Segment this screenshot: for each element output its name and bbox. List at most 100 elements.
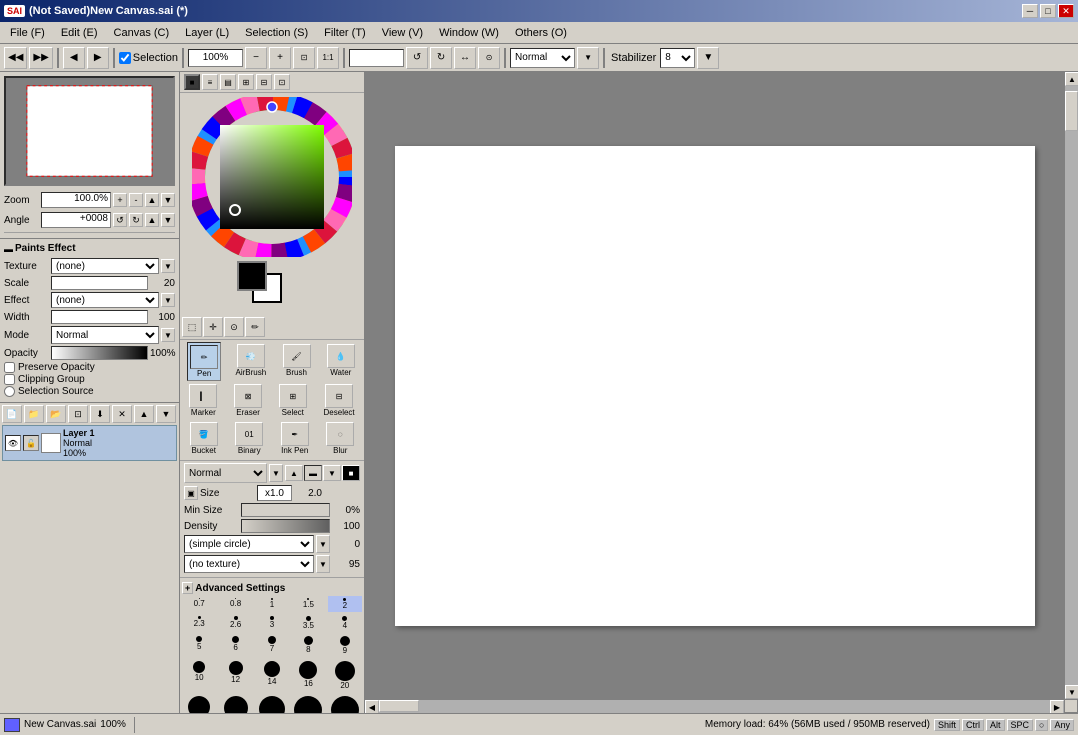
selection-rect-tool[interactable]: ⬚ <box>182 317 202 337</box>
layer-lock-icon[interactable]: 🔓 <box>23 435 39 451</box>
redo-button[interactable]: ▶▶ <box>29 47 52 69</box>
brush-size-item-0.8[interactable]: 0.8 <box>218 596 252 612</box>
opacity-slider[interactable] <box>51 346 148 360</box>
v-scroll-track[interactable] <box>1065 86 1078 685</box>
brush-size-item-3[interactable]: 3 <box>255 614 289 632</box>
brush-size-item-20[interactable]: 20 <box>328 659 362 692</box>
horizontal-scrollbar[interactable]: ◀ ▶ <box>365 699 1064 713</box>
pen-tool-button[interactable]: ✏ Pen <box>187 342 221 381</box>
move-tool[interactable]: ✛ <box>203 317 223 337</box>
shape-point-btn[interactable]: ▼ <box>323 465 341 481</box>
brush-size-item-1[interactable]: 1 <box>255 596 289 612</box>
brush-size-item-4[interactable]: 4 <box>328 614 362 632</box>
zoom-down-button[interactable]: ▼ <box>161 193 175 207</box>
adv-toggle-icon[interactable]: + <box>182 582 193 594</box>
airbrush-tool-button[interactable]: 💨 AirBrush <box>233 342 268 381</box>
menu-selection[interactable]: Selection (S) <box>237 25 316 41</box>
brush-size-item-2.6[interactable]: 2.6 <box>218 614 252 632</box>
mode-dropdown-btn[interactable]: ▼ <box>161 328 175 342</box>
brush-size-item-35[interactable]: 35 <box>255 694 289 713</box>
bs-size-multiply-input[interactable] <box>257 485 292 501</box>
preserve-opacity-row[interactable]: Preserve Opacity <box>4 362 175 373</box>
nav-forward-button[interactable]: ▶ <box>87 47 109 69</box>
mode-select[interactable]: Normal <box>51 326 159 344</box>
brush-size-item-0.7[interactable]: 0.7 <box>182 596 216 612</box>
menu-layer[interactable]: Layer (L) <box>177 25 237 41</box>
bs-minsize-slider[interactable] <box>241 503 330 517</box>
brush-size-item-6[interactable]: 6 <box>218 634 252 657</box>
brush-size-item-8[interactable]: 8 <box>291 634 325 657</box>
bucket-tool-button[interactable]: 🪣 Bucket <box>188 420 220 457</box>
undo-button[interactable]: ◀◀ <box>4 47 27 69</box>
menu-others[interactable]: Others (O) <box>507 25 575 41</box>
h-scroll-thumb[interactable] <box>379 700 419 712</box>
color-mode-btn-5[interactable]: ⊟ <box>256 74 272 90</box>
zoom-plus-button[interactable]: + <box>269 47 291 69</box>
brush-size-item-3.5[interactable]: 3.5 <box>291 614 325 632</box>
layer-delete-button[interactable]: ✕ <box>112 405 132 423</box>
menu-canvas[interactable]: Canvas (C) <box>106 25 178 41</box>
shape-flat-btn[interactable]: ▬ <box>304 465 322 481</box>
color-wheel-container[interactable] <box>192 97 352 257</box>
angle-input[interactable]: +000° <box>349 49 404 67</box>
minimize-button[interactable]: ─ <box>1022 4 1038 18</box>
select-tool-button[interactable]: ⊞ Select <box>277 382 309 419</box>
v-scroll-thumb[interactable] <box>1065 91 1078 131</box>
h-scroll-track[interactable] <box>379 700 1050 713</box>
zoom-dec-button[interactable]: - <box>129 193 143 207</box>
color-mode-btn-2[interactable]: ≡ <box>202 74 218 90</box>
color-mode-btn-3[interactable]: ▤ <box>220 74 236 90</box>
brush-size-item-50[interactable]: 50 <box>328 694 362 713</box>
brush-size-item-25[interactable]: 25 <box>182 694 216 713</box>
brush-size-item-2.3[interactable]: 2.3 <box>182 614 216 632</box>
eraser-tool-button[interactable]: ⊠ Eraser <box>232 382 264 419</box>
color-mode-btn-1[interactable]: ■ <box>184 74 200 90</box>
scroll-left-button[interactable]: ◀ <box>365 700 379 713</box>
bs-density-slider[interactable] <box>241 519 330 533</box>
menu-edit[interactable]: Edit (E) <box>53 25 106 41</box>
scroll-up-button[interactable]: ▲ <box>1065 72 1078 86</box>
menu-file[interactable]: File (F) <box>2 25 53 41</box>
stabilizer-select[interactable]: 8 <box>660 48 695 68</box>
menu-filter[interactable]: Filter (T) <box>316 25 374 41</box>
vertical-scrollbar[interactable]: ▲ ▼ <box>1064 72 1078 699</box>
blend-more-button[interactable]: ▼ <box>577 47 599 69</box>
color-mode-btn-4[interactable]: ⊞ <box>238 74 254 90</box>
texture-dropdown-btn[interactable]: ▼ <box>161 259 175 273</box>
menu-view[interactable]: View (V) <box>374 25 431 41</box>
layer-canvas-button[interactable]: ⊡ <box>68 405 88 423</box>
effect-dropdown-btn[interactable]: ▼ <box>161 293 175 307</box>
zoom-inc-button[interactable]: + <box>113 193 127 207</box>
bs-shape-select[interactable]: (simple circle) <box>184 535 314 553</box>
texture-select[interactable]: (none) <box>51 258 159 274</box>
brush-size-item-9[interactable]: 9 <box>328 634 362 657</box>
menu-window[interactable]: Window (W) <box>431 25 507 41</box>
layer-down-button[interactable]: ▼ <box>156 405 176 423</box>
stabilizer-dropdown-button[interactable]: ▼ <box>697 47 719 69</box>
scroll-down-button[interactable]: ▼ <box>1065 685 1078 699</box>
bs-texture-dropdown-btn[interactable]: ▼ <box>316 555 330 573</box>
color-wheel-svg[interactable] <box>192 97 352 257</box>
layer-new-button[interactable]: 📄 <box>2 405 22 423</box>
brush-size-item-7[interactable]: 7 <box>255 634 289 657</box>
blend-mode-select[interactable]: Normal <box>510 48 575 68</box>
canvas-area[interactable]: ▲ ▼ ◀ ▶ <box>365 72 1078 713</box>
brush-size-item-2[interactable]: 2 <box>328 596 362 612</box>
brush-size-item-12[interactable]: 12 <box>218 659 252 692</box>
angle-ccw-button[interactable]: ↺ <box>113 213 127 227</box>
water-tool-button[interactable]: 💧 Water <box>325 342 357 381</box>
scroll-right-button[interactable]: ▶ <box>1050 700 1064 713</box>
zoom-minus-button[interactable]: − <box>245 47 267 69</box>
angle-cw-button[interactable]: ↻ <box>129 213 143 227</box>
marker-tool-button[interactable]: ▎ Marker <box>187 382 219 419</box>
deselect-tool-button[interactable]: ⊟ Deselect <box>322 382 357 419</box>
preserve-opacity-checkbox[interactable] <box>4 362 15 373</box>
zoom-100-button[interactable]: 1:1 <box>317 47 339 69</box>
scale-slider[interactable] <box>51 276 148 290</box>
width-slider[interactable] <box>51 310 148 324</box>
drawing-canvas[interactable] <box>395 146 1035 626</box>
rotate-reset-button[interactable]: ⊙ <box>478 47 500 69</box>
foreground-color-swatch[interactable] <box>237 261 267 291</box>
brush-size-item-5[interactable]: 5 <box>182 634 216 657</box>
color-mode-btn-6[interactable]: ⊡ <box>274 74 290 90</box>
